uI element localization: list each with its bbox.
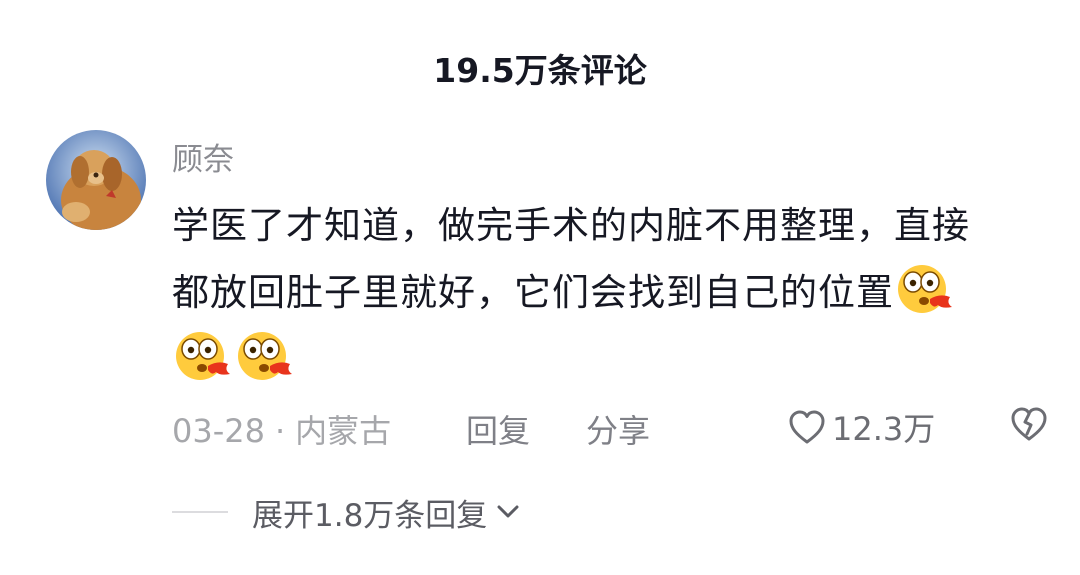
comment-text-line-1: 学医了才知道，做完手术的内脏不用整理，直接 — [172, 204, 970, 247]
broken-heart-icon — [1011, 407, 1047, 441]
comment-location: 内蒙古 — [295, 412, 392, 450]
comment-date-location: 03-28 · 内蒙古 — [172, 406, 391, 452]
expand-replies-row: 展开1.8万条回复 — [172, 490, 521, 534]
eyes-popping-emoji-icon — [172, 326, 232, 386]
dislike-button[interactable] — [1010, 406, 1048, 450]
share-button[interactable]: 分享 — [586, 406, 650, 452]
chevron-down-icon — [497, 505, 519, 518]
eyes-popping-emoji-icon — [894, 259, 954, 319]
comments-count-title: 19.5万条评论 — [433, 51, 647, 90]
comments-panel: 19.5万条评论 顾奈 学医了才知道，做完手术的内脏不用整理，直接 都放回肚子里… — [0, 0, 1080, 575]
like-button[interactable]: 12.3万 — [788, 404, 935, 450]
comment-date: 03-28 — [172, 412, 265, 450]
comment-username[interactable]: 顾奈 — [172, 134, 234, 179]
expand-replies-button[interactable]: 展开1.8万条回复 — [252, 490, 521, 535]
heart-icon — [789, 410, 825, 444]
expand-replies-label: 展开1.8万条回复 — [252, 497, 488, 534]
comment-meta-row: 03-28 · 内蒙古 回复 分享 12.3万 — [172, 402, 1052, 450]
reply-button[interactable]: 回复 — [466, 406, 530, 452]
like-count: 12.3万 — [832, 410, 936, 448]
meta-separator: · — [274, 412, 286, 450]
eyes-popping-emoji-icon — [234, 326, 294, 386]
divider-line — [172, 511, 228, 513]
avatar[interactable] — [46, 130, 146, 230]
comment-text-line-2: 都放回肚子里就好，它们会找到自己的位置 — [172, 271, 894, 314]
comment-text: 学医了才知道，做完手术的内脏不用整理，直接 都放回肚子里就好，它们会找到自己的位… — [172, 193, 1062, 393]
